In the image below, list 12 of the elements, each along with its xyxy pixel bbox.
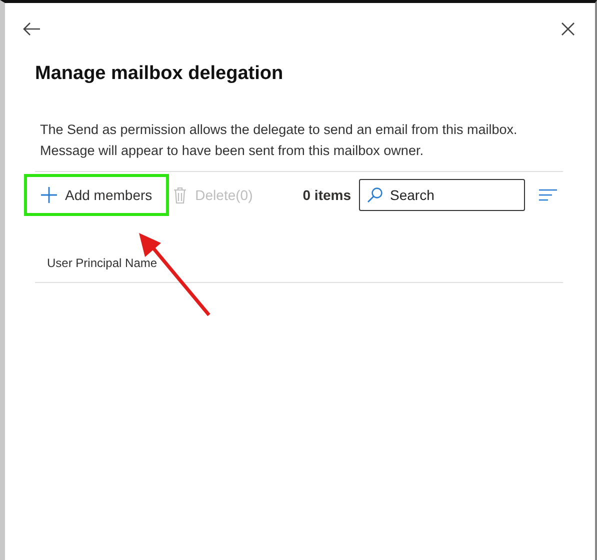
plus-icon [41, 187, 57, 203]
description: The Send as permission allows the delegate to send an email from this mailbox. Message will appear to have been sent from this mailbox owner. [40, 121, 518, 160]
column-header[interactable]: User Principal Name [47, 256, 158, 270]
add-members-button[interactable]: Add members [24, 174, 170, 216]
search-field[interactable]: Search [359, 179, 525, 211]
item-count: 0 items [302, 187, 351, 203]
back-icon[interactable] [23, 22, 41, 36]
trash-icon [173, 186, 188, 204]
close-icon[interactable] [561, 22, 575, 36]
search-icon [367, 187, 383, 203]
panel-title: Manage mailbox delegation [35, 63, 284, 85]
sort-icon[interactable] [539, 189, 557, 201]
